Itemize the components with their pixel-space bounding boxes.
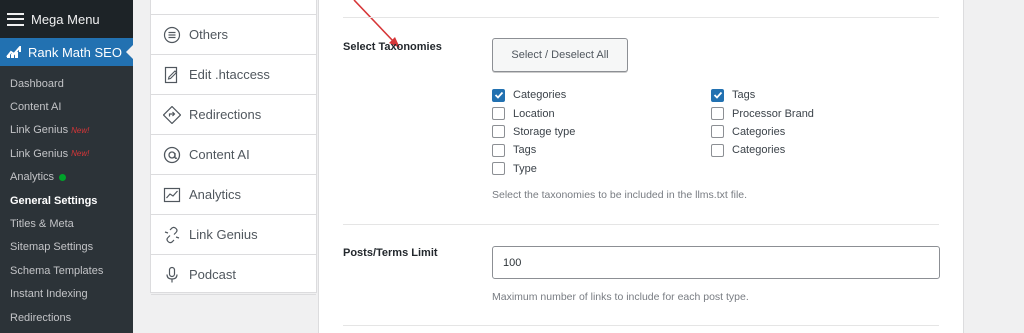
checkbox[interactable] xyxy=(711,143,724,157)
sidebar-item-label: Content AI xyxy=(10,101,62,114)
divider xyxy=(343,325,939,326)
new-badge: New! xyxy=(71,125,90,135)
rank-math-menu-item[interactable]: Rank Math SEO xyxy=(0,38,133,66)
sidebar-item-label: Link Genius xyxy=(10,147,69,160)
taxonomy-option-tags[interactable]: Tags xyxy=(711,86,814,104)
list-circle-icon xyxy=(163,26,181,44)
taxonomy-option-label: Tags xyxy=(732,89,756,102)
taxonomy-option-label: Processor Brand xyxy=(732,107,814,120)
sidebar-item-label: Redirections xyxy=(10,311,72,324)
settings-nav-label: Podcast xyxy=(189,267,236,282)
sidebar-item-analytics[interactable]: Analytics xyxy=(0,166,133,189)
checkbox-checked[interactable] xyxy=(492,88,505,102)
at-sign-icon xyxy=(163,146,181,164)
checkbox[interactable] xyxy=(711,125,724,139)
divider xyxy=(343,224,939,225)
taxonomy-option-storage-type[interactable]: Storage type xyxy=(492,123,575,141)
sidebar-item-label: Dashboard xyxy=(10,77,64,90)
settings-nav-label: Content AI xyxy=(189,147,250,162)
sidebar-item-label: Analytics xyxy=(10,171,55,184)
checkbox[interactable] xyxy=(492,125,505,139)
sidebar-item-instant-indexing[interactable]: Instant Indexing xyxy=(0,283,133,306)
settings-nav-item-edit-htaccess[interactable]: Edit .htaccess xyxy=(151,55,316,95)
settings-nav-item-podcast[interactable]: Podcast xyxy=(151,255,316,295)
limit-help-text: Maximum number of links to include for e… xyxy=(492,291,749,303)
taxonomy-option-categories[interactable]: Categories xyxy=(492,86,575,104)
taxonomy-option-processor-brand[interactable]: Processor Brand xyxy=(711,104,814,122)
sidebar-item-sitemap-settings[interactable]: Sitemap Settings xyxy=(0,236,133,259)
settings-nav-item-analytics[interactable]: Analytics xyxy=(151,175,316,215)
sidebar-item-link-genius[interactable]: Link Genius New! xyxy=(0,119,133,142)
divider xyxy=(343,17,939,18)
rank-math-logo-icon xyxy=(6,46,21,58)
taxonomy-option-type[interactable]: Type xyxy=(492,160,575,178)
taxonomy-option-tags[interactable]: Tags xyxy=(492,141,575,159)
taxonomy-option-label: Categories xyxy=(513,89,567,102)
admin-sidebar: Mega Menu Rank Math SEO Dashboard Content… xyxy=(0,0,133,333)
select-taxonomies-label: Select Taxonomies xyxy=(343,41,442,53)
settings-nav-item-redirections[interactable]: Redirections xyxy=(151,95,316,135)
settings-nav-label: Edit .htaccess xyxy=(189,67,270,82)
posts-terms-limit-label: Posts/Terms Limit xyxy=(343,247,438,259)
sidebar-item-dashboard[interactable]: Dashboard xyxy=(0,72,133,95)
settings-nav-label: Redirections xyxy=(189,107,262,122)
mega-menu-label: Mega Menu xyxy=(31,11,100,27)
sidebar-item-label: General Settings xyxy=(10,194,98,207)
sidebar-item-link-genius[interactable]: Link Genius New! xyxy=(0,142,133,165)
sidebar-item-general-settings[interactable]: General Settings xyxy=(0,189,133,212)
taxonomies-help-text: Select the taxonomies to be included in … xyxy=(492,189,748,201)
status-dot-icon xyxy=(59,173,67,181)
taxonomy-option-categories[interactable]: Categories xyxy=(711,123,814,141)
settings-nav-label: Analytics xyxy=(189,187,242,202)
sidebar-item-titles-meta[interactable]: Titles & Meta xyxy=(0,212,133,235)
sidebar-item-schema-templates[interactable]: Schema Templates xyxy=(0,259,133,282)
settings-nav-item-truncated[interactable] xyxy=(151,0,316,15)
settings-nav-item-link-genius[interactable]: Link Genius xyxy=(151,215,316,255)
rank-math-submenu: Dashboard Content AI Link Genius New! Link G… xyxy=(0,66,133,333)
settings-content: Select Taxonomies Select / Deselect All … xyxy=(318,0,964,333)
settings-nav: Others Edit .htaccess Redirections Content … xyxy=(150,0,317,295)
taxonomy-option-label: Type xyxy=(513,162,537,175)
sidebar-item-content-ai[interactable]: Content AI xyxy=(0,95,133,118)
rank-math-label: Rank Math SEO xyxy=(28,44,122,60)
sidebar-item-label: Titles & Meta xyxy=(10,218,74,231)
checkbox[interactable] xyxy=(492,107,505,121)
checkbox[interactable] xyxy=(711,107,724,121)
taxonomy-option-label: Storage type xyxy=(513,125,576,138)
redirect-icon xyxy=(163,105,181,124)
sidebar-item-redirections[interactable]: Redirections xyxy=(0,306,133,329)
checkbox-checked[interactable] xyxy=(711,88,724,102)
new-badge: New! xyxy=(71,149,90,159)
link-broken-icon xyxy=(163,226,181,244)
taxonomy-option-location[interactable]: Location xyxy=(492,104,575,122)
taxonomy-option-label: Location xyxy=(513,107,555,120)
taxonomy-checklist-right: Tags Processor Brand Categories Categories xyxy=(711,86,814,160)
hamburger-icon xyxy=(7,12,24,26)
microphone-icon xyxy=(163,266,181,284)
sidebar-item-label: Sitemap Settings xyxy=(10,241,94,254)
sidebar-item-label: Schema Templates xyxy=(10,264,104,277)
file-edit-icon xyxy=(163,66,181,84)
taxonomy-option-categories[interactable]: Categories xyxy=(711,141,814,159)
select-deselect-all-button[interactable]: Select / Deselect All xyxy=(492,38,628,72)
checkbox[interactable] xyxy=(492,143,505,157)
taxonomy-option-label: Tags xyxy=(513,144,537,157)
taxonomy-option-label: Categories xyxy=(732,144,786,157)
sidebar-item-label: Link Genius xyxy=(10,124,69,137)
taxonomy-option-label: Categories xyxy=(732,125,786,138)
checkbox[interactable] xyxy=(492,162,505,176)
sidebar-item-label: Instant Indexing xyxy=(10,288,88,301)
taxonomy-checklist-left: Categories Location Storage type Tags Type xyxy=(492,86,575,178)
settings-nav-item-content-ai[interactable]: Content AI xyxy=(151,135,316,175)
mega-menu-item[interactable]: Mega Menu xyxy=(0,0,133,38)
settings-nav-label: Link Genius xyxy=(189,227,258,242)
posts-terms-limit-input[interactable] xyxy=(492,246,940,279)
settings-nav-item-others[interactable]: Others xyxy=(151,15,316,55)
settings-nav-label: Others xyxy=(189,27,229,42)
chart-line-icon xyxy=(163,186,181,204)
